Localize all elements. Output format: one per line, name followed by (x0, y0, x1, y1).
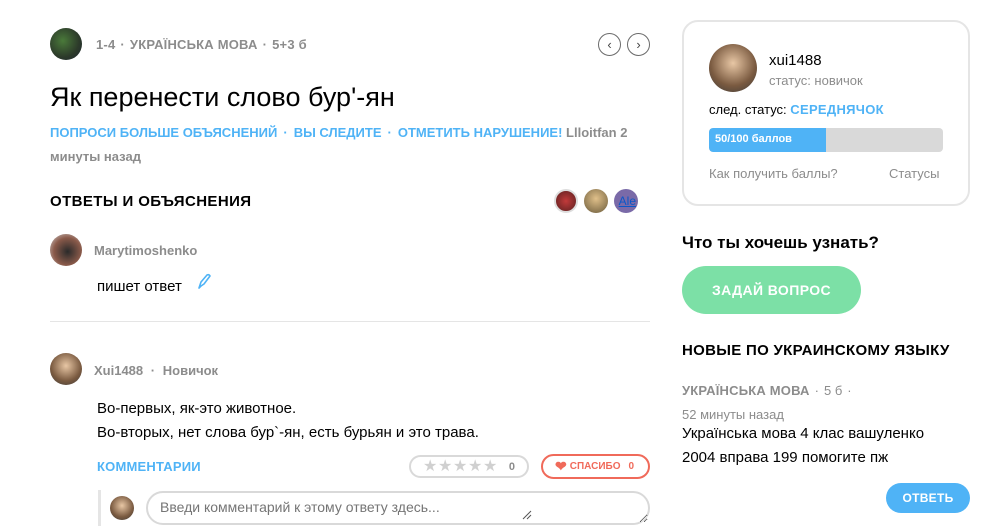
question-meta: 1-4 · УКРАЇНСЬКА МОВА · 5+3 б (96, 37, 307, 52)
writer-username[interactable]: Marytimoshenko (94, 243, 197, 258)
comment-thread-bar (98, 490, 101, 526)
new-question-time: 52 минуты назад (682, 407, 784, 422)
profile-username[interactable]: xui1488 (769, 52, 822, 69)
answer-author-avatar[interactable] (50, 353, 82, 385)
question-title: Як перенести слово бур'-ян (50, 82, 395, 112)
next-status-value[interactable]: СЕРЕДНЯЧОК (790, 102, 884, 117)
answer-line: Во-первых, як-это животное. (97, 400, 297, 417)
thanks-label: СПАСИБО (569, 461, 621, 472)
question-actions: ПОПРОСИ БОЛЬШЕ ОБЪЯСНЕНИЙ · ВЫ СЛЕДИТЕ · ОТМ… (50, 125, 628, 164)
pencil-icon (198, 273, 211, 289)
heart-icon: ❤ (555, 458, 567, 474)
question-points: 5+3 б (272, 37, 307, 52)
star-icon[interactable]: ★ (453, 458, 467, 474)
commenter-avatar (110, 496, 134, 520)
new-question-subject[interactable]: УКРАЇНСЬКА МОВА (682, 383, 810, 398)
answerer-avatar[interactable]: Ale (614, 189, 638, 213)
how-to-get-points-link[interactable]: Как получить баллы? (709, 166, 838, 181)
answerer-avatar[interactable] (554, 189, 578, 213)
answer-author-rank: Новичок (162, 363, 219, 378)
divider (50, 321, 650, 322)
next-status-label: след. статус: (709, 102, 787, 117)
ask-more-link[interactable]: ПОПРОСИ БОЛЬШЕ ОБЪЯСНЕНИЙ (50, 125, 277, 140)
rating-count: 0 (508, 460, 515, 473)
asker-avatar[interactable] (50, 28, 82, 60)
thanks-button[interactable]: ❤ СПАСИБО 0 (541, 454, 650, 479)
next-status: след. статус: СЕРЕДНЯЧОК (709, 102, 884, 117)
following-link[interactable]: ВЫ СЛЕДИТЕ (294, 125, 382, 140)
star-icon[interactable]: ★ (468, 458, 482, 474)
ask-heading: Что ты хочешь узнать? (682, 233, 879, 252)
report-link[interactable]: ОТМЕТИТЬ НАРУШЕНИЕ! (398, 125, 563, 140)
points-progress-label: 50/100 баллов (715, 133, 792, 145)
question-card (0, 0, 674, 526)
answer-author-line: Xui1488 · Новичок (94, 363, 219, 378)
new-question-text[interactable]: Українська мова 4 клас вашуленко 2004 вп… (682, 422, 952, 470)
star-icon[interactable]: ★ (483, 458, 497, 474)
page: 1-4 · УКРАЇНСЬКА МОВА · 5+3 б ‹ › Як перенес… (0, 0, 997, 526)
resize-handle-icon[interactable] (522, 510, 532, 520)
profile-avatar[interactable] (709, 44, 757, 92)
star-icon[interactable]: ★ (438, 458, 452, 474)
question-grade[interactable]: 1-4 (96, 37, 115, 52)
answer-author-username[interactable]: Xui1488 (94, 363, 143, 378)
chevron-right-icon[interactable]: › (627, 33, 650, 56)
comment-input[interactable] (146, 491, 650, 525)
writing-status: пишет ответ (97, 278, 182, 295)
comments-link[interactable]: КОММЕНТАРИИ (97, 459, 201, 474)
ask-question-button[interactable]: ЗАДАЙ ВОПРОС (682, 266, 861, 314)
answer-button[interactable]: ОТВЕТЬ (886, 483, 970, 513)
answer-line: Во-вторых, нет слова бур`-ян, есть бурья… (97, 424, 479, 441)
writer-avatar[interactable] (50, 234, 82, 266)
answers-heading: ОТВЕТЫ И ОБЪЯСНЕНИЯ (50, 193, 252, 210)
thanks-count: 0 (628, 461, 635, 472)
rating-widget[interactable]: ★ ★ ★ ★ ★ 0 (409, 455, 529, 478)
new-question-points: 5 б (824, 383, 843, 398)
points-progress-bar: 50/100 баллов (709, 128, 943, 152)
chevron-left-icon[interactable]: ‹ (598, 33, 621, 56)
profile-status: статус: новичок (769, 73, 863, 88)
star-icon[interactable]: ★ (423, 458, 437, 474)
answer-text: Во-первых, як-это животное. Во-вторых, н… (97, 397, 479, 445)
answerer-avatar[interactable] (584, 189, 608, 213)
question-subject[interactable]: УКРАЇНСЬКА МОВА (130, 37, 258, 52)
new-question-meta: УКРАЇНСЬКА МОВА · 5 б · 52 минуты назад (682, 383, 852, 422)
statuses-link[interactable]: Статусы (889, 166, 939, 181)
new-questions-heading: НОВЫЕ ПО УКРАИНСКОМУ ЯЗЫКУ (682, 342, 950, 359)
